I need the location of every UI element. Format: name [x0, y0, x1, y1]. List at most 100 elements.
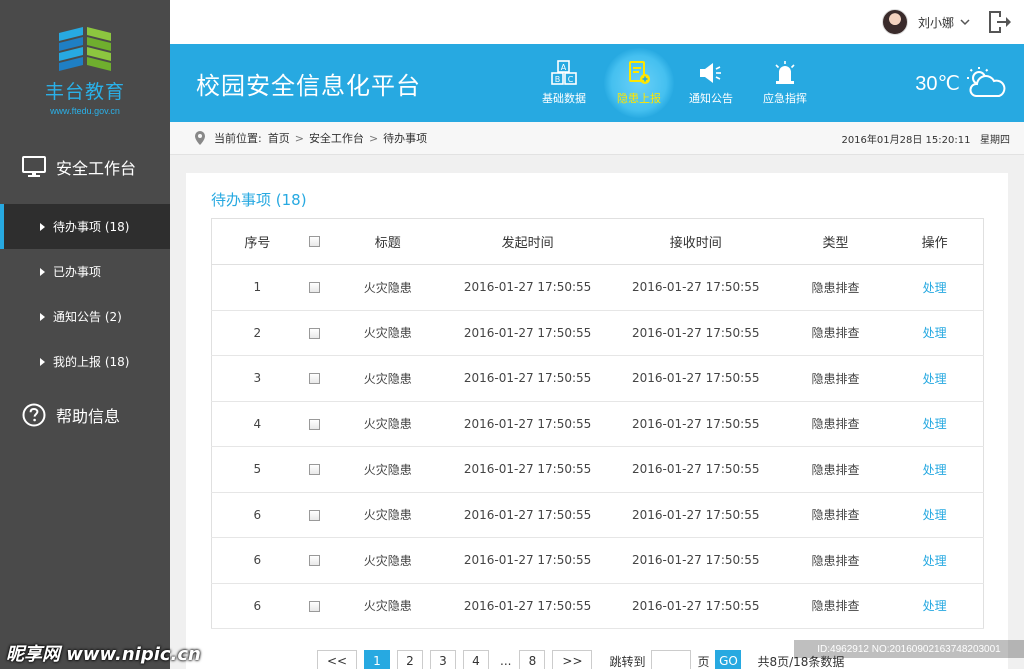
sidebar-item-todo[interactable]: 待办事项 (18): [0, 204, 170, 249]
chevron-down-icon[interactable]: [960, 18, 970, 26]
nav-emergency[interactable]: 应急指挥: [748, 44, 822, 122]
table-header-row: 序号 标题 发起时间 接收时间 类型 操作: [211, 218, 984, 265]
row-start-time: 2016-01-27 17:50:55: [448, 264, 607, 311]
row-checkbox[interactable]: [309, 282, 321, 294]
sidebar-item-my-reports[interactable]: 我的上报 (18): [0, 339, 170, 384]
row-title: 火灾隐患: [326, 264, 449, 311]
row-checkbox[interactable]: [309, 418, 321, 430]
row-select-cell: [302, 492, 327, 538]
nav-hazard-report[interactable]: 隐患上报: [602, 44, 676, 122]
breadcrumb-workbench[interactable]: 安全工作台: [309, 130, 364, 146]
page-button[interactable]: 3: [430, 650, 456, 669]
logo-mark-icon: [59, 26, 111, 71]
next-page-button[interactable]: >>: [552, 650, 593, 669]
page-button[interactable]: 8: [519, 650, 546, 669]
logo[interactable]: 丰台教育 www.ftedu.gov.cn: [0, 0, 170, 130]
column-header: 序号: [211, 218, 303, 265]
pagination-ellipsis: ...: [500, 654, 512, 668]
row-receive-time: 2016-01-27 17:50:55: [606, 264, 785, 311]
watermark-left: 昵享网 www.nipic.cn: [6, 644, 201, 665]
row-select-cell: [302, 264, 327, 311]
handle-link[interactable]: 处理: [886, 264, 984, 311]
row-start-time: 2016-01-27 17:50:55: [448, 492, 607, 538]
row-start-time: 2016-01-27 17:50:55: [448, 355, 607, 402]
page-title: 待办事项 (18): [211, 191, 307, 209]
sidebar-section-help[interactable]: 帮助信息: [0, 384, 170, 446]
row-type: 隐患排查: [784, 401, 887, 447]
avatar[interactable]: [881, 9, 908, 35]
column-header: 类型: [784, 218, 887, 265]
row-number: 3: [211, 355, 303, 402]
select-all-checkbox[interactable]: [309, 236, 321, 247]
row-type: 隐患排查: [784, 355, 887, 402]
nav-basic-data[interactable]: A B C 基础数据: [527, 44, 601, 122]
row-receive-time: 2016-01-27 17:50:55: [606, 492, 785, 538]
sidebar-item-notices[interactable]: 通知公告 (2): [0, 294, 170, 339]
row-checkbox[interactable]: [309, 327, 321, 339]
caret-right-icon: [40, 222, 45, 231]
handle-link[interactable]: 处理: [886, 537, 984, 584]
logout-icon[interactable]: [986, 9, 1012, 35]
report-icon: [629, 61, 650, 84]
go-button[interactable]: GO: [715, 650, 742, 669]
row-receive-time: 2016-01-27 17:50:55: [606, 446, 785, 493]
chevron-right-icon: >: [294, 131, 304, 145]
todo-table: 序号 标题 发起时间 接收时间 类型 操作 1 火灾隐患 2016-01-27 17…: [211, 218, 984, 629]
handle-link[interactable]: 处理: [886, 446, 984, 493]
breadcrumb-bar: 当前位置: 首页 > 安全工作台 > 待办事项 2016年01月28日 15:2…: [170, 122, 1024, 155]
sidebar-item-label: 已办事项: [53, 265, 102, 279]
weekday: 星期四: [980, 134, 1010, 146]
row-checkbox[interactable]: [309, 373, 321, 385]
page-button[interactable]: 4: [463, 650, 489, 669]
nav-notices[interactable]: 通知公告: [674, 44, 748, 122]
handle-link[interactable]: 处理: [886, 310, 984, 356]
row-receive-time: 2016-01-27 17:50:55: [606, 401, 785, 447]
column-header: 操作: [886, 218, 984, 265]
row-start-time: 2016-01-27 17:50:55: [448, 537, 607, 584]
nav-label: 通知公告: [689, 92, 733, 105]
username[interactable]: 刘小娜: [918, 14, 954, 31]
datetime: 2016年01月28日 15:20:11 星期四: [841, 131, 1010, 146]
jump-page-input[interactable]: [651, 650, 692, 669]
weather: 30℃: [915, 66, 1006, 100]
temperature: 30℃: [915, 72, 960, 95]
handle-link[interactable]: 处理: [886, 492, 984, 538]
header: 校园安全信息化平台 A B C 基础数据 隐患上报 通知公告 应急指挥 30℃: [170, 44, 1024, 122]
watermark-right: ID:4962912 NO:20160902163748203001: [794, 640, 1024, 658]
column-header: 标题: [326, 218, 449, 265]
table-row: 3 火灾隐患 2016-01-27 17:50:55 2016-01-27 17:50…: [211, 355, 984, 402]
user-bar: 刘小娜: [170, 0, 1024, 44]
row-type: 隐患排查: [784, 583, 887, 629]
row-checkbox[interactable]: [309, 464, 321, 476]
table-row: 5 火灾隐患 2016-01-27 17:50:55 2016-01-27 17:50…: [211, 446, 984, 493]
row-checkbox[interactable]: [309, 555, 321, 567]
alarm-light-icon: [775, 61, 795, 84]
handle-link[interactable]: 处理: [886, 583, 984, 629]
handle-link[interactable]: 处理: [886, 401, 984, 447]
row-start-time: 2016-01-27 17:50:55: [448, 310, 607, 356]
sidebar-item-label: 待办事项 (18): [53, 220, 130, 234]
breadcrumb-home[interactable]: 首页: [268, 130, 290, 146]
handle-link[interactable]: 处理: [886, 355, 984, 402]
row-checkbox[interactable]: [309, 509, 321, 521]
sidebar-item-label: 通知公告 (2): [53, 310, 122, 324]
select-all-cell: [302, 218, 327, 265]
jump-label: 跳转到: [609, 654, 646, 669]
prev-page-button[interactable]: <<: [317, 650, 357, 669]
cloud-sun-icon: [967, 67, 1006, 97]
sidebar-item-done[interactable]: 已办事项: [0, 249, 170, 294]
row-type: 隐患排查: [784, 537, 887, 584]
sidebar-section-workbench[interactable]: 安全工作台: [0, 130, 170, 204]
row-title: 火灾隐患: [326, 583, 449, 629]
page-button[interactable]: 2: [397, 650, 423, 669]
row-title: 火灾隐患: [326, 355, 449, 402]
svg-text:A: A: [561, 63, 567, 72]
table-row: 6 火灾隐患 2016-01-27 17:50:55 2016-01-27 17:50…: [211, 583, 984, 629]
nav-label: 应急指挥: [763, 92, 807, 105]
row-receive-time: 2016-01-27 17:50:55: [606, 537, 785, 584]
row-checkbox[interactable]: [309, 600, 321, 612]
caret-right-icon: [40, 312, 45, 321]
page-button[interactable]: 1: [364, 650, 390, 669]
row-title: 火灾隐患: [326, 401, 449, 447]
row-receive-time: 2016-01-27 17:50:55: [606, 310, 785, 356]
